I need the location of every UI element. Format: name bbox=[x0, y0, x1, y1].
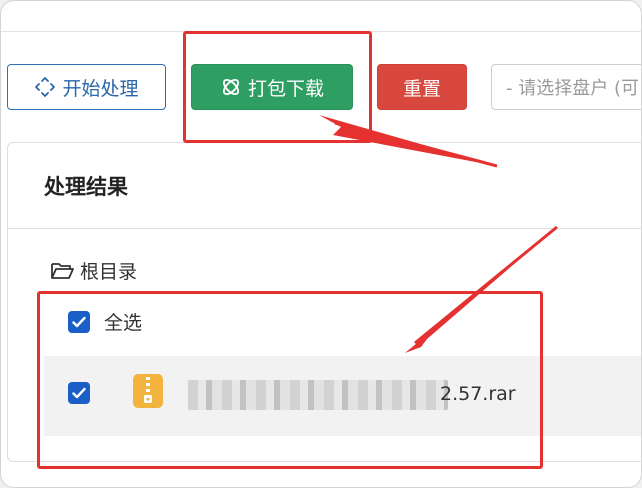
checkmark-icon bbox=[72, 316, 86, 327]
file-name: 2.57.rar bbox=[440, 383, 516, 405]
pack-download-label: 打包下载 bbox=[247, 77, 324, 100]
start-process-label: 开始处理 bbox=[62, 77, 139, 100]
start-process-button[interactable]: 开始处理 bbox=[7, 64, 166, 110]
move-arrows-icon bbox=[34, 76, 56, 98]
root-directory-label: 根目录 bbox=[80, 261, 138, 283]
package-icon bbox=[220, 76, 242, 98]
file-checkbox[interactable] bbox=[68, 382, 90, 404]
checkmark-icon bbox=[72, 387, 86, 399]
folder-open-icon bbox=[50, 261, 74, 281]
file-row[interactable]: 2.57.rar bbox=[44, 356, 641, 436]
disk-select-placeholder: - 请选择盘户 (可 bbox=[506, 78, 639, 99]
select-all-checkbox[interactable] bbox=[68, 310, 90, 333]
blurred-filename bbox=[188, 380, 448, 410]
reset-button[interactable]: 重置 bbox=[377, 64, 467, 110]
select-all-label: 全选 bbox=[104, 312, 143, 334]
result-panel-title: 处理结果 bbox=[44, 174, 128, 199]
root-directory[interactable]: 根目录 bbox=[50, 257, 137, 284]
result-panel-header: 处理结果 bbox=[8, 143, 641, 229]
reset-label: 重置 bbox=[402, 77, 441, 100]
app-window: 开始处理 打包下载 重置 - 请选择盘户 (可 处理结果 根目录 全选 2.57… bbox=[0, 0, 642, 488]
result-panel: 处理结果 根目录 全选 2.57.rar bbox=[7, 142, 641, 462]
disk-select[interactable]: - 请选择盘户 (可 bbox=[491, 64, 641, 110]
zip-file-icon bbox=[132, 373, 164, 413]
select-all[interactable]: 全选 bbox=[68, 308, 142, 335]
pack-download-button[interactable]: 打包下载 bbox=[191, 64, 353, 110]
toolbar: 开始处理 打包下载 重置 - 请选择盘户 (可 bbox=[1, 1, 641, 141]
